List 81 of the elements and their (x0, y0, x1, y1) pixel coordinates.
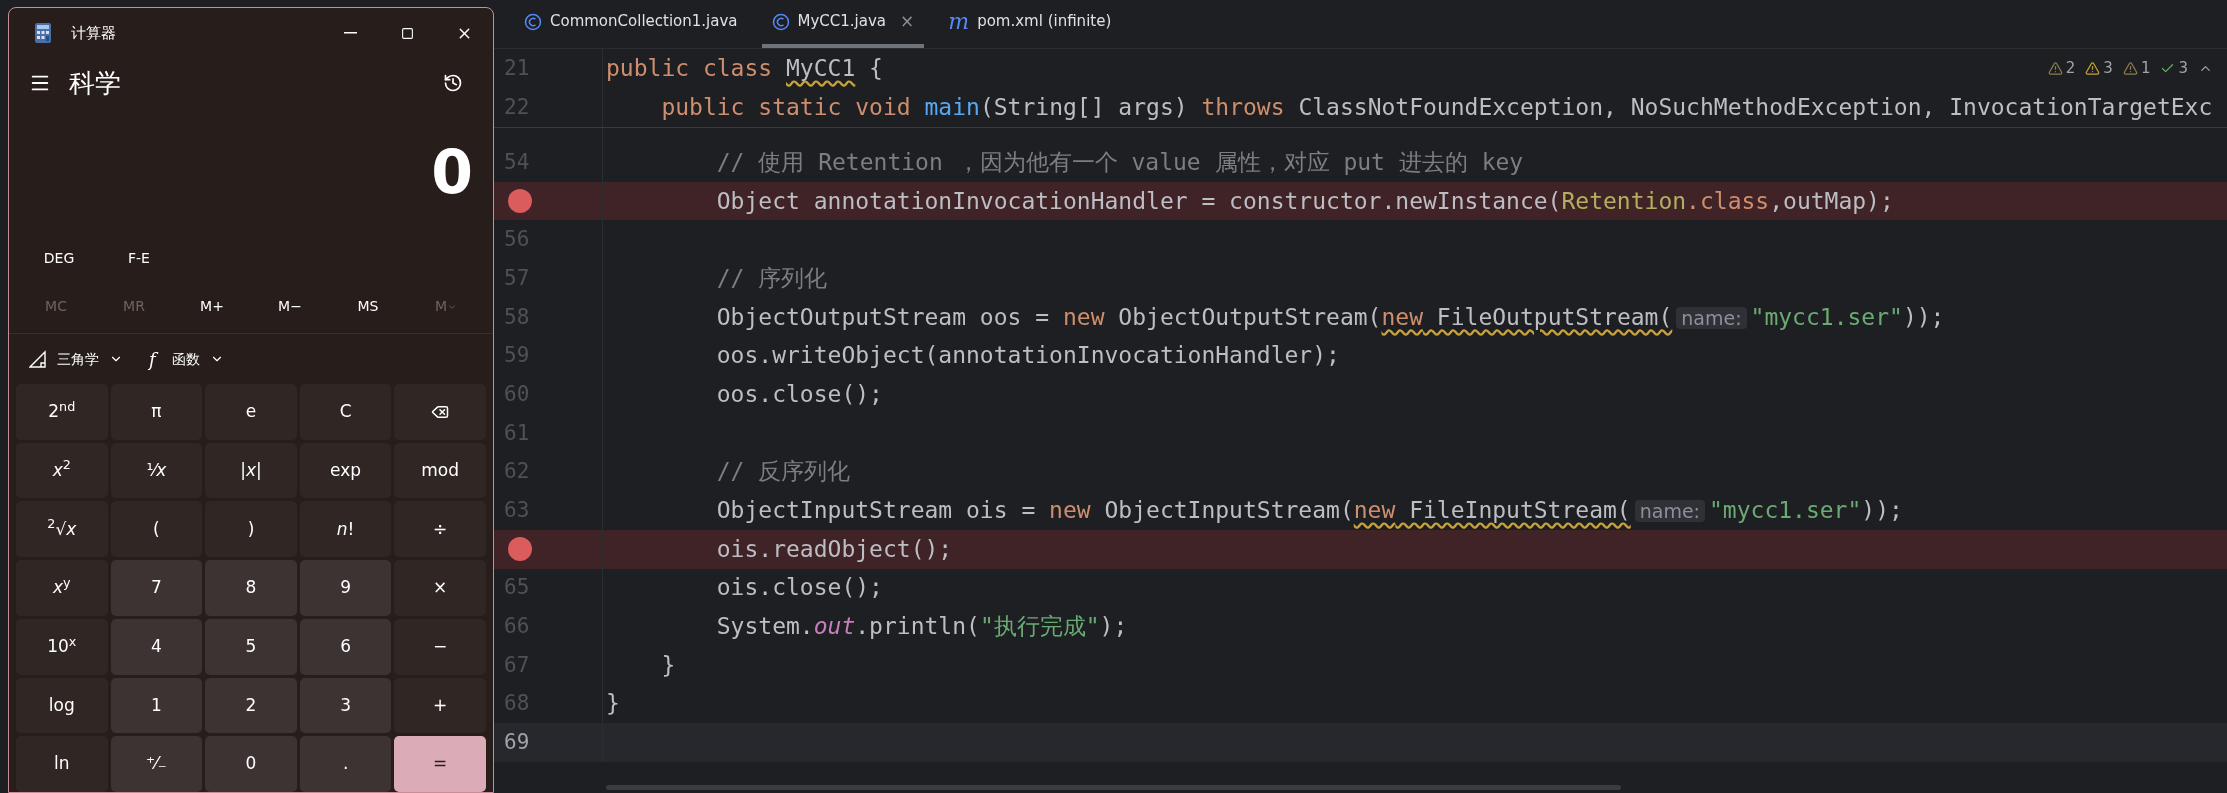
mode-toggle-button[interactable]: F-E (103, 240, 175, 276)
calculator-key[interactable]: × (394, 560, 486, 616)
calculator-key[interactable]: π (110, 384, 203, 440)
calculator-key[interactable]: mod (394, 442, 486, 499)
warning-icon (2085, 61, 2101, 76)
minimize-icon (344, 32, 357, 34)
code-line: // 反序列化 (715, 460, 851, 484)
inspection-count[interactable]: 3 (2085, 61, 2113, 76)
calculator-key[interactable]: x$^{y}$ (16, 560, 108, 616)
calculator-key[interactable]: 7 (110, 560, 203, 616)
calculator-key[interactable]: 9 (299, 560, 392, 616)
memory-button[interactable]: MS (329, 288, 407, 325)
editor-tab[interactable]: m pom.xml (infinite) (938, 0, 1122, 48)
calculator-key[interactable]: |x| (205, 442, 297, 499)
code-line: ois.readObject(); (715, 537, 953, 561)
breakpoint-icon[interactable] (508, 537, 532, 562)
mode-toggle-button[interactable]: DEG (23, 240, 95, 276)
code-line: oos.close(); (715, 382, 883, 406)
calculator-key[interactable] (394, 384, 486, 440)
history-icon (443, 73, 463, 93)
calculator-key[interactable]: 1 (110, 677, 203, 734)
calculator-app-icon (35, 23, 51, 43)
display-value: 0 (431, 142, 473, 202)
calculator-key[interactable]: $^{2}$√x (16, 501, 108, 558)
window-title: 计算器 (71, 22, 116, 44)
calculator-key[interactable]: 2$^{nd}$ (16, 384, 108, 440)
code-line: // 使用 Retention ，因为他有一个 value 属性，对应 put 进去的 key (715, 150, 1524, 174)
class-icon (771, 12, 790, 31)
warning-icon (2047, 61, 2063, 76)
line-number: 69 (504, 732, 530, 754)
code-line: public static void main(String[] args) throws ClassNotFoundException, NoSuchMethodException, InvocationTargetExc (660, 96, 2213, 119)
calculator-key[interactable]: 2 (205, 677, 297, 734)
code-line: // 序列化 (715, 266, 828, 290)
warning-icon (2122, 61, 2138, 76)
calculator-key[interactable]: . (299, 736, 392, 792)
function-dropdown[interactable]: f 函数 (149, 345, 224, 373)
calculator-key[interactable]: exp (299, 442, 392, 499)
calculator-key[interactable]: 5 (205, 618, 297, 675)
calculator-key[interactable]: e (205, 384, 297, 440)
calculator-key[interactable]: 0 (205, 736, 297, 792)
calculator-key[interactable]: 4 (110, 618, 203, 675)
memory-button[interactable]: M− (251, 288, 329, 325)
code-line: Object annotationInvocationHandler = constructor.newInstance(Retention.class,outMap); (715, 189, 1894, 213)
breakpoint-icon[interactable] (508, 189, 532, 214)
calculator-key[interactable]: ( (110, 501, 203, 558)
calculator-key[interactable]: 6 (299, 618, 392, 675)
code-line: oos.writeObject(annotationInvocationHandler); (715, 344, 1340, 368)
class-icon (524, 12, 542, 31)
calculator-key[interactable]: n! (299, 501, 392, 558)
horizontal-scrollbar[interactable] (606, 785, 1621, 790)
calculator-key[interactable]: 8 (205, 560, 297, 616)
calculator-key[interactable]: log (16, 677, 108, 734)
code-line: ois.close(); (715, 576, 883, 600)
inspection-count[interactable]: 2 (2047, 61, 2076, 76)
calculator-key[interactable]: + (394, 677, 486, 734)
memory-button[interactable]: M+ (173, 288, 251, 325)
calculator-key[interactable]: 10$^{x}$ (16, 618, 108, 675)
calculator-key[interactable]: x$^{2}$ (16, 442, 108, 499)
code-line: } (605, 692, 620, 716)
calculator-key[interactable]: = (394, 736, 486, 792)
calculator-key[interactable]: − (394, 618, 486, 675)
code-line: System.out.println("执行完成"); (715, 615, 1128, 639)
calculator-key[interactable]: ÷ (394, 501, 486, 558)
editor-tab[interactable]: MyCC1.java × (761, 0, 925, 48)
inspection-count[interactable]: 3 (2160, 61, 2188, 76)
calculator-key[interactable]: ln (16, 736, 108, 792)
mode-title: 科学 (69, 66, 121, 100)
code-line: } (660, 653, 676, 677)
maximize-icon (401, 26, 414, 40)
calculator-key[interactable]: ¹⁄x (110, 442, 203, 499)
calculator-key[interactable]: ⁺⁄₋ (110, 736, 203, 792)
inspection-count[interactable]: 1 (2122, 61, 2151, 76)
code-line: public class MyCC1 { (605, 57, 883, 80)
code-line: ObjectOutputStream oos = new ObjectOutputStream(new FileOutputStream( name: "mycc1.ser")); (715, 305, 1945, 329)
triangle-ruler-icon (29, 350, 47, 368)
code-line: ObjectInputStream ois = new ObjectInputStream(new FileInputStream( name: "mycc1.ser")); (715, 499, 1903, 523)
function-dropdown[interactable]: 三角学 (29, 348, 123, 370)
calculator-key[interactable]: C (299, 384, 392, 440)
editor-tab[interactable]: CommonCollection1.java (514, 0, 748, 48)
calculator-key[interactable]: 3 (299, 677, 392, 734)
calculator-key[interactable]: ) (205, 501, 297, 558)
